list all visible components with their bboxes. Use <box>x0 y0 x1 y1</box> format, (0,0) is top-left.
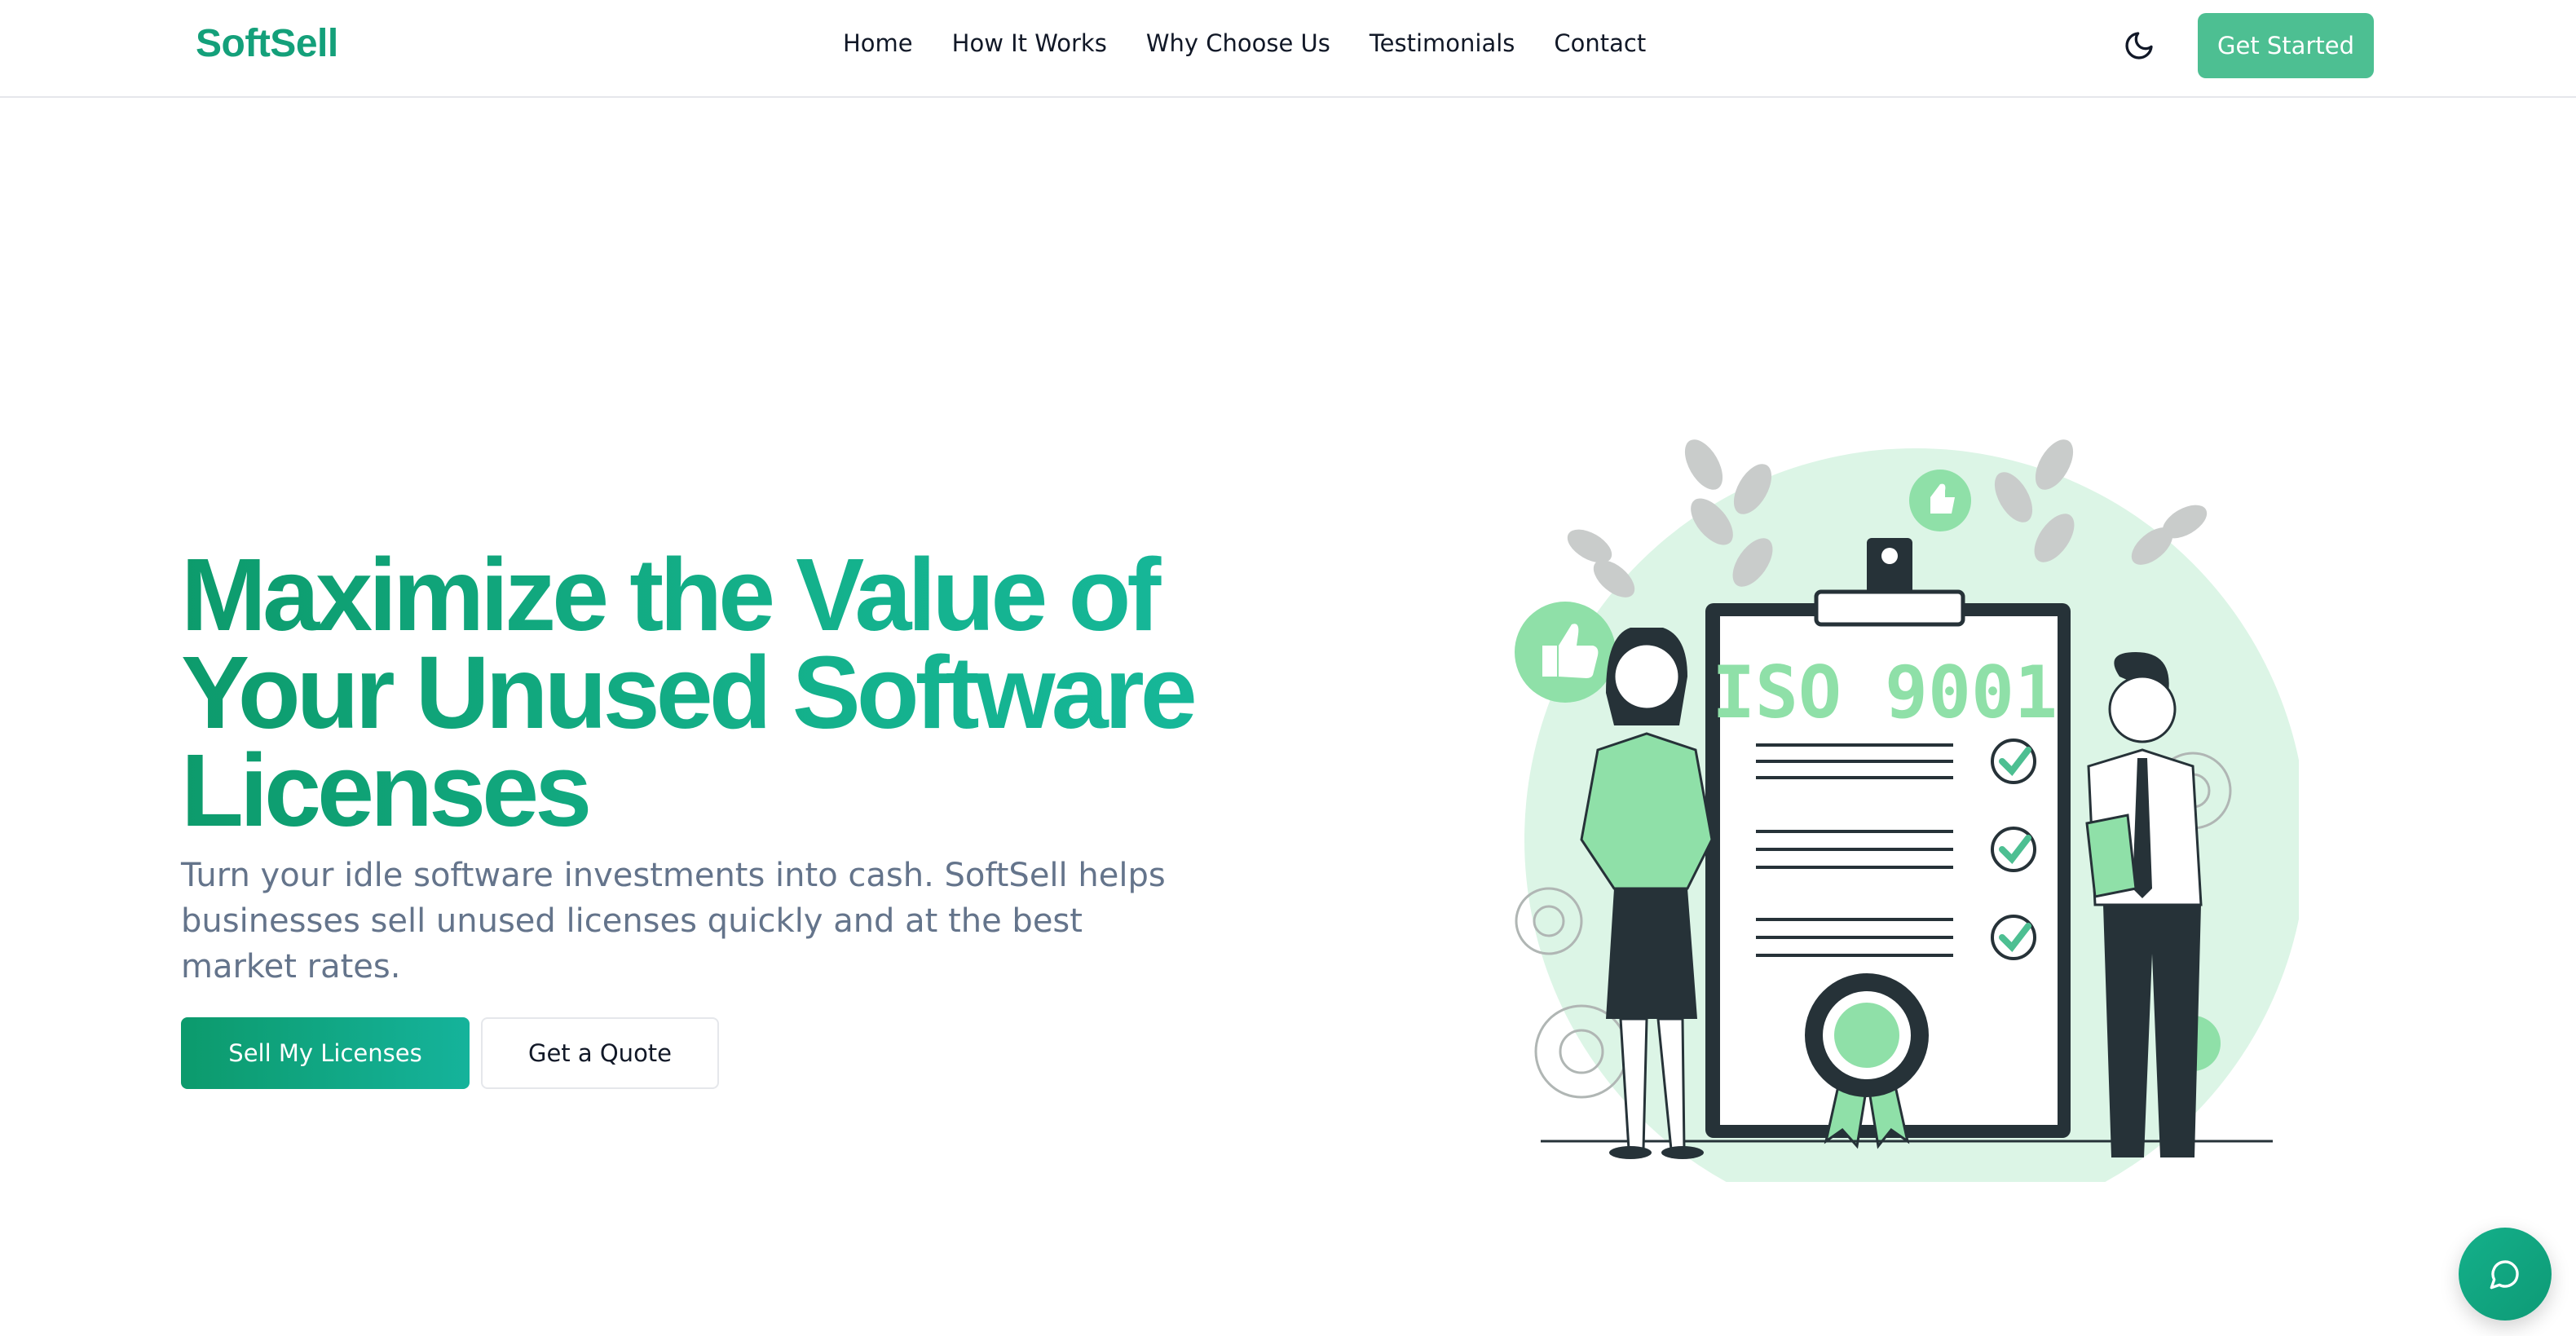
nav-link-how-it-works[interactable]: How It Works <box>952 29 1107 57</box>
moon-icon <box>2125 32 2153 60</box>
nav-link-testimonials[interactable]: Testimonials <box>1370 29 1515 57</box>
sell-licenses-button[interactable]: Sell My Licenses <box>181 1017 470 1089</box>
hero-illustration: ISO 9001 <box>1515 439 2299 1182</box>
main-nav: Home How It Works Why Choose Us Testimon… <box>843 29 1646 57</box>
hero-title-line: Your Unused Software <box>181 635 1193 750</box>
check-icon <box>1991 739 2036 960</box>
nav-link-home[interactable]: Home <box>843 29 913 57</box>
hero-title-line: Licenses <box>181 733 589 848</box>
get-started-button[interactable]: Get Started <box>2198 13 2374 78</box>
chat-bubble-icon <box>2490 1260 2519 1290</box>
get-quote-button[interactable]: Get a Quote <box>481 1017 719 1089</box>
nav-link-why-choose-us[interactable]: Why Choose Us <box>1146 29 1330 57</box>
site-header: SoftSell Home How It Works Why Choose Us… <box>0 0 2576 98</box>
iso-badge-text: ISO 9001 <box>1712 650 2058 734</box>
nav-link-contact[interactable]: Contact <box>1554 29 1646 57</box>
chat-button[interactable] <box>2459 1228 2552 1321</box>
hero-title-line: Maximize the Value of <box>181 537 1158 652</box>
theme-toggle-button[interactable] <box>2123 29 2155 62</box>
hero-subtitle: Turn your idle software investments into… <box>181 857 1166 985</box>
logo[interactable]: SoftSell <box>196 21 338 66</box>
hero-title: Maximize the Value of Your Unused Softwa… <box>181 546 1241 840</box>
